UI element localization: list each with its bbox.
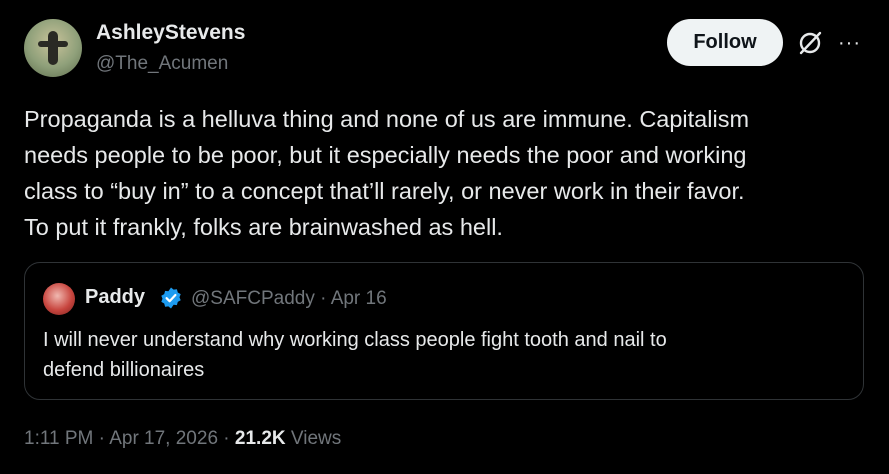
tweet-meta-footer: 1:11 PM · Apr 17, 2026 · 21.2K Views [24,428,341,450]
views-count[interactable]: 21.2K [235,428,286,449]
verified-badge-icon [161,287,181,309]
tweet-line: Propaganda is a helluva thing and none o… [24,106,750,132]
quoted-tweet-card[interactable]: Paddy @SAFCPaddy · Apr 16 I will never u… [24,262,864,400]
tweet-line: To put it frankly, folks are brainwashed… [24,214,503,240]
meta-separator: · [98,428,105,449]
tweet-time[interactable]: 1:11 PM [24,428,93,449]
quoted-author-handle[interactable]: @SAFCPaddy [191,288,315,309]
meta-separator: · [320,288,327,309]
quoted-tweet-text: I will never understand why working clas… [43,325,843,385]
more-icon[interactable]: ··· [838,32,861,55]
author-avatar[interactable] [24,19,82,77]
tweet-text: Propaganda is a helluva thing and none o… [24,101,864,245]
avatar-figure-arms [38,41,68,47]
tweet-line: needs people to be poor, but it especial… [24,142,747,168]
author-display-name[interactable]: AshleyStevens [96,21,245,45]
quoted-date[interactable]: Apr 16 [331,288,387,309]
views-label[interactable]: Views [291,428,341,449]
quoted-meta: @SAFCPaddy · Apr 16 [191,288,387,310]
follow-button[interactable]: Follow [667,19,783,66]
quoted-line: I will never understand why working clas… [43,329,667,351]
quoted-line: defend billionaires [43,359,205,381]
tweet-date[interactable]: Apr 17, 2026 [109,428,218,449]
avatar-figure [48,31,58,65]
grok-icon[interactable] [796,29,824,57]
tweet-line: class to “buy in” to a concept that’ll r… [24,178,745,204]
author-handle[interactable]: @The_Acumen [96,53,228,75]
meta-separator: · [223,428,230,449]
quoted-author-name[interactable]: Paddy [85,286,145,309]
quoted-author-avatar[interactable] [43,283,75,315]
